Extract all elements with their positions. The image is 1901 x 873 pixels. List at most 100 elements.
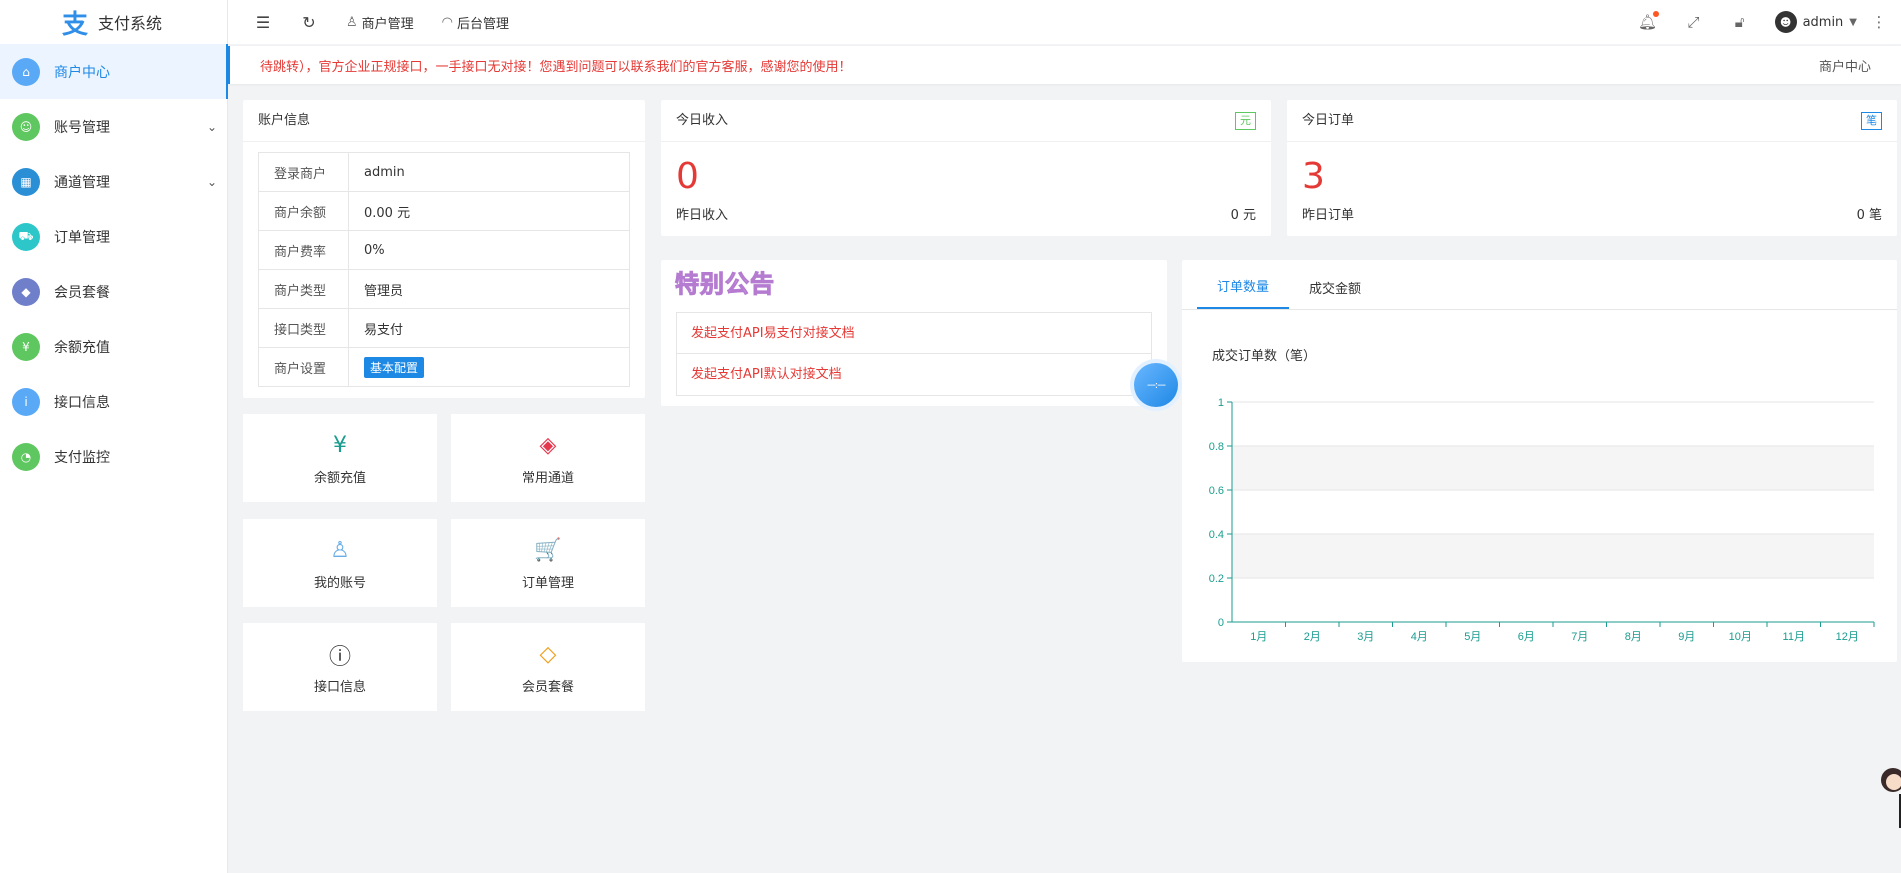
row-key: 登录商户	[258, 152, 349, 192]
sidebar-item-label: 通道管理	[54, 174, 110, 191]
x-tick-label: 9月	[1678, 631, 1695, 643]
app-title: 支付系统	[98, 14, 163, 33]
orders-value: 3	[1302, 156, 1325, 197]
grid-band	[1232, 446, 1874, 490]
sidebar-item-label: 支付监控	[54, 449, 110, 466]
row-key: 商户余额	[258, 191, 349, 231]
info-circle-icon: ⓘ	[328, 644, 351, 670]
yesterday-income-label: 昨日收入	[676, 208, 729, 223]
quick-entry-2[interactable]: ♙ 我的账号	[243, 519, 437, 607]
info-icon: i	[12, 387, 40, 416]
row-value: 0.00 元	[348, 191, 630, 231]
quick-entry-4[interactable]: ⓘ 接口信息	[243, 623, 437, 711]
y-tick-label: 0	[1218, 617, 1224, 629]
row-key: 商户类型	[258, 269, 349, 309]
quick-entry-1[interactable]: ◈ 常用通道	[451, 414, 645, 502]
person-icon: ♙	[346, 14, 358, 30]
sidebar-item-3[interactable]: ⛟ 订单管理	[0, 209, 227, 264]
sidebar-item-5[interactable]: ¥ 余额充值	[0, 319, 227, 374]
x-tick-label: 10月	[1729, 631, 1752, 643]
sidebar-item-2[interactable]: ▦ 通道管理 ⌄	[0, 154, 227, 209]
yuan-icon: ¥	[333, 433, 347, 458]
x-tick-label: 8月	[1625, 631, 1642, 643]
sidebar-item-label: 接口信息	[54, 394, 110, 411]
doc-link-1[interactable]: 发起支付API默认对接文档	[677, 354, 1151, 395]
brand[interactable]: 支 支付系统	[0, 0, 227, 44]
row-key: 接口类型	[258, 308, 349, 348]
x-tick-label: 1月	[1250, 631, 1267, 643]
apps-icon: ◈	[539, 433, 557, 458]
quick-entry-label: 接口信息	[313, 679, 366, 695]
y-tick-label: 0.2	[1209, 573, 1224, 585]
username: admin	[1802, 14, 1844, 30]
chevron-down-icon: ⌄	[206, 119, 218, 134]
table-row: 商户余额 0.00 元	[258, 191, 630, 231]
x-tick-label: 3月	[1357, 631, 1374, 643]
gem-icon: ◇	[539, 642, 557, 667]
header-link-label: 后台管理	[457, 16, 510, 32]
account-info-card: 账户信息 登录商户 admin 商户余额 0.00 元商户费率 0% 商户类型 管理员 接口类…	[243, 100, 645, 398]
sidebar-item-6[interactable]: i 接口信息	[0, 374, 227, 429]
quick-entry-label: 我的账号	[313, 575, 366, 591]
sidebar-item-7[interactable]: ◔ 支付监控	[0, 429, 227, 484]
fullscreen-icon[interactable]: ⤢	[1671, 13, 1717, 31]
card-title: 账户信息	[243, 100, 645, 142]
unit-badge: 笔	[1861, 111, 1882, 130]
dashboard-icon: ◠	[441, 14, 454, 30]
quick-entry-5[interactable]: ◇ 会员套餐	[451, 623, 645, 711]
announcement-title-text: 特别公告	[675, 269, 775, 298]
sidebar-item-4[interactable]: ◆ 会员套餐	[0, 264, 227, 319]
notice-bar: 待跳转），官方企业正规接口，一手接口无对接！您遇到问题可以联系我们的官方客服，感…	[228, 46, 1901, 84]
x-tick-label: 2月	[1304, 631, 1321, 643]
lock-icon[interactable]: 🔓︎	[1717, 13, 1763, 31]
yesterday-income-value: 0 元	[1230, 208, 1256, 223]
sidebar-item-1[interactable]: ☺ 账号管理 ⌄	[0, 99, 227, 154]
shopping-cart-icon: 🛒	[534, 538, 562, 563]
y-tick-label: 1	[1218, 397, 1224, 409]
row-value: admin	[348, 152, 630, 192]
row-key: 商户设置	[258, 347, 349, 387]
sidebar-item-0[interactable]: ⌂ 商户中心	[0, 44, 228, 99]
x-tick-label: 7月	[1571, 631, 1588, 643]
row-key: 商户费率	[258, 230, 349, 270]
sidebar: 支 支付系统 ⌂ 商户中心 ☺ 账号管理 ⌄ ▦ 通道管理 ⌄ ⛟ 订单管理 ◆ 会员套餐 ¥ 余额充值 i…	[0, 0, 228, 873]
income-header: 今日收入 元	[661, 100, 1271, 142]
order-count-chart: 00.20.40.60.811月 2月 3月 4月 5月 6月 7月 8月 9月 10月 11月 12…	[1209, 397, 1875, 643]
yesterday-orders-label: 昨日订单	[1302, 208, 1355, 223]
breadcrumb[interactable]: 商户中心	[1819, 56, 1871, 75]
orders-card: 今日订单 笔 3 昨日订单 0 笔	[1287, 100, 1897, 236]
sidebar-item-label: 商户中心	[54, 64, 110, 81]
avatar: ☻	[1774, 11, 1797, 33]
user-menu[interactable]: ☻ admin ▼	[1763, 11, 1869, 33]
header-link-0[interactable]: ♙ 商户管理	[332, 13, 428, 32]
floating-button[interactable]: ---:---	[1134, 363, 1178, 407]
doc-link-0[interactable]: 发起支付API易支付对接文档	[677, 313, 1151, 354]
announcement-title: 特别公告	[661, 260, 1167, 302]
basic-config-button[interactable]: 基本配置	[364, 356, 425, 378]
orders-footer: 昨日订单 0 笔	[1287, 204, 1897, 223]
row-value: 0%	[348, 230, 630, 270]
caret-down-icon: ▼	[1849, 16, 1857, 28]
monitor-icon: ◔	[12, 442, 40, 471]
row-value: 易支付	[348, 308, 630, 348]
income-title: 今日收入	[676, 112, 729, 128]
more-icon[interactable]: ⋮	[1869, 13, 1889, 31]
table-row: 商户类型 管理员	[258, 269, 630, 309]
income-footer: 昨日收入 0 元	[661, 204, 1271, 223]
refresh-icon[interactable]: ↻	[286, 13, 332, 32]
scrolling-notice: 待跳转），官方企业正规接口，一手接口无对接！您遇到问题可以联系我们的官方客服，感…	[260, 59, 852, 75]
cart-icon: ⛟	[12, 222, 40, 251]
diamond-icon: ◆	[12, 277, 40, 306]
bell-icon[interactable]: 🔔︎	[1625, 11, 1671, 31]
announcement-card: 特别公告 发起支付API易支付对接文档 发起支付API默认对接文档	[661, 260, 1167, 406]
sidebar-item-label: 订单管理	[54, 229, 110, 246]
menu-toggle-icon[interactable]: ☰	[240, 13, 286, 32]
quick-entry-label: 会员套餐	[521, 679, 574, 695]
x-tick-label: 11月	[1783, 631, 1805, 643]
quick-entry-3[interactable]: 🛒 订单管理	[451, 519, 645, 607]
header-link-1[interactable]: ◠ 后台管理	[428, 13, 523, 32]
quick-entry-0[interactable]: ¥ 余额充值	[243, 414, 437, 502]
y-tick-label: 0.4	[1209, 529, 1224, 541]
assistant-avatar-icon[interactable]	[1873, 764, 1901, 828]
sidebar-item-label: 账号管理	[54, 119, 110, 136]
